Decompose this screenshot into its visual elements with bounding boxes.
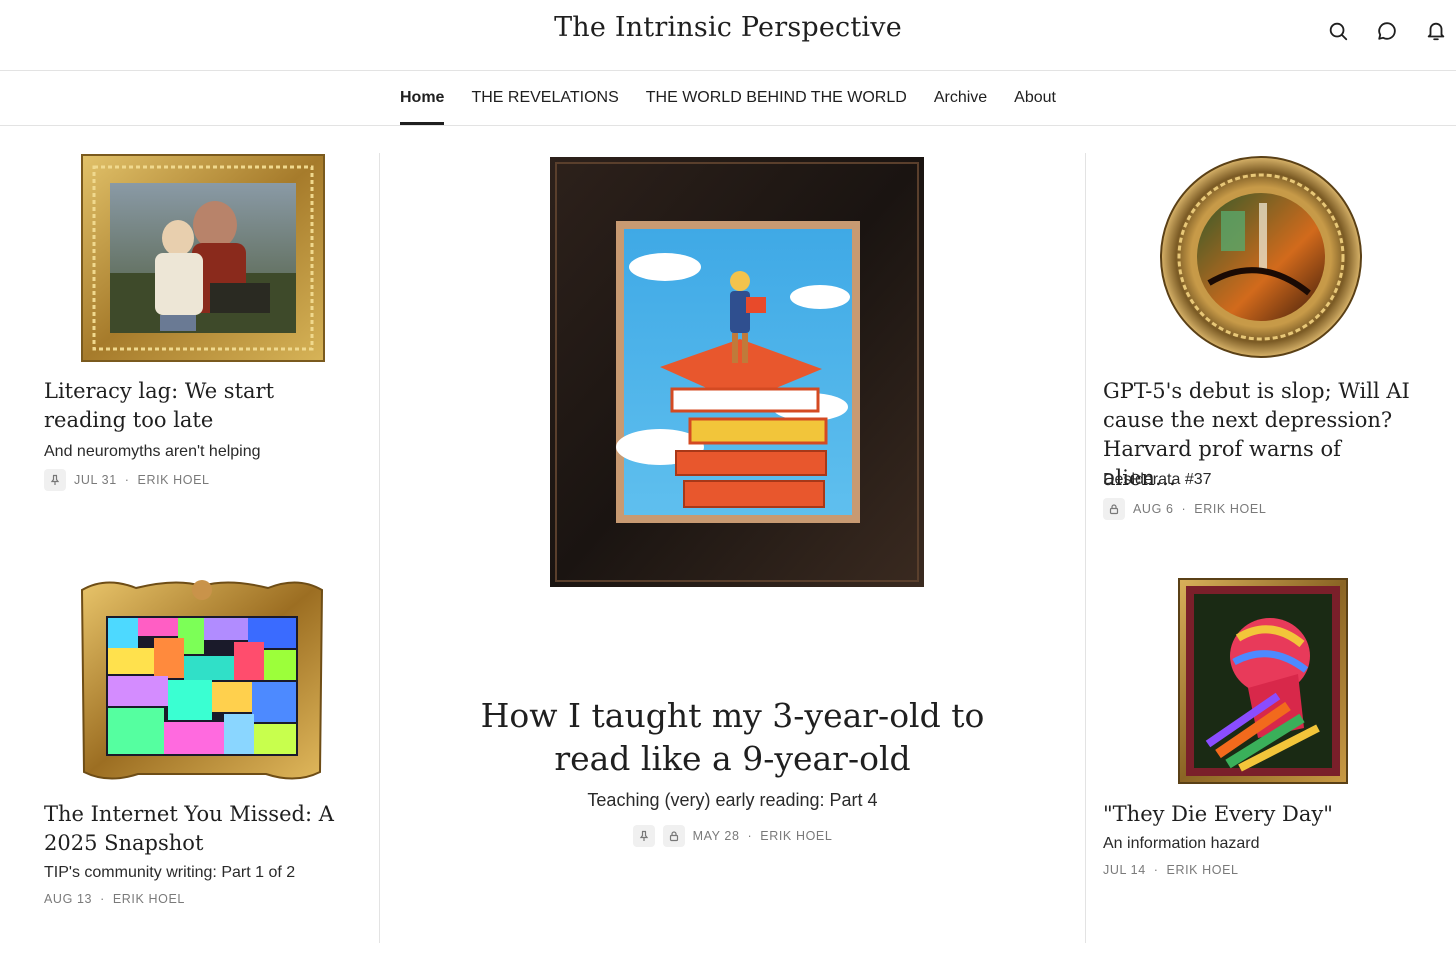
post-thumbnail[interactable] <box>550 157 926 589</box>
post-subtitle: TIP's community writing: Part 1 of 2 <box>44 864 296 881</box>
post-author[interactable]: ERIK HOEL <box>1167 863 1239 877</box>
nav-about[interactable]: About <box>1001 71 1070 125</box>
search-icon[interactable] <box>1323 16 1353 46</box>
post-card-they-die-every-day[interactable]: "They Die Every Day" An information haza… <box>1103 576 1413 886</box>
post-card-internet-you-missed[interactable]: The Internet You Missed: A 2025 Snapshot… <box>44 576 354 916</box>
nav-home[interactable]: Home <box>387 71 458 125</box>
post-thumbnail[interactable] <box>1178 578 1348 784</box>
pin-icon <box>632 825 655 847</box>
post-meta: JUL 14 · ERIK HOEL <box>1103 863 1239 877</box>
column-divider <box>1085 153 1086 943</box>
top-bar: The Intrinsic Perspective <box>0 0 1456 71</box>
post-date: AUG 13 <box>44 892 93 906</box>
nav-list: Home THE REVELATIONS THE WORLD BEHIND TH… <box>0 71 1456 125</box>
column-divider <box>379 153 380 943</box>
post-meta: AUG 13 · ERIK HOEL <box>44 892 185 906</box>
section-nav: Home THE REVELATIONS THE WORLD BEHIND TH… <box>0 71 1456 126</box>
nav-the-world-behind-the-world[interactable]: THE WORLD BEHIND THE WORLD <box>632 71 920 125</box>
post-thumbnail[interactable] <box>80 153 326 363</box>
post-thumbnail[interactable] <box>76 576 328 784</box>
bell-icon[interactable] <box>1421 16 1451 46</box>
post-thumbnail[interactable] <box>1159 153 1363 361</box>
post-author[interactable]: ERIK HOEL <box>138 473 210 487</box>
post-meta: AUG 6 · ERIK HOEL <box>1103 498 1266 520</box>
meta-separator: · <box>100 892 105 906</box>
nav-archive[interactable]: Archive <box>920 71 1000 125</box>
pin-icon <box>44 469 66 491</box>
chat-icon[interactable] <box>1372 16 1402 46</box>
site-title[interactable]: The Intrinsic Perspective <box>0 12 1456 43</box>
lock-icon <box>1103 498 1125 520</box>
meta-separator: · <box>1153 863 1159 877</box>
post-subtitle: Desiderata #37 <box>1103 471 1212 488</box>
meta-separator: · <box>124 473 130 487</box>
post-meta: JUL 31 · ERIK HOEL <box>44 469 210 491</box>
post-card-literacy-lag[interactable]: Literacy lag: We start reading too late … <box>44 153 354 503</box>
featured-post-card[interactable]: How I taught my 3-year-old to read like … <box>400 153 1065 853</box>
post-author[interactable]: ERIK HOEL <box>113 892 185 906</box>
post-date: JUL 14 <box>1103 863 1146 877</box>
featured-post-title[interactable]: How I taught my 3-year-old to read like … <box>480 694 985 780</box>
post-subtitle: An information hazard <box>1103 835 1260 852</box>
post-title[interactable]: Literacy lag: We start reading too late <box>44 377 354 435</box>
post-author[interactable]: ERIK HOEL <box>1194 502 1266 516</box>
post-meta: MAY 28 · ERIK HOEL <box>480 825 985 847</box>
post-date: AUG 6 <box>1133 502 1174 516</box>
featured-post-subtitle: Teaching (very) early reading: Part 4 <box>587 790 878 810</box>
post-title[interactable]: The Internet You Missed: A 2025 Snapshot <box>44 800 354 858</box>
post-date: JUL 31 <box>74 473 117 487</box>
meta-separator: · <box>747 829 753 843</box>
post-card-gpt5-debut[interactable]: GPT-5's debut is slop; Will AI cause the… <box>1103 153 1413 528</box>
nav-the-revelations[interactable]: THE REVELATIONS <box>458 71 632 125</box>
meta-separator: · <box>1181 502 1187 516</box>
post-author[interactable]: ERIK HOEL <box>760 829 832 843</box>
post-title[interactable]: "They Die Every Day" <box>1103 800 1413 829</box>
post-subtitle: And neuromyths aren't helping <box>44 443 261 460</box>
lock-icon <box>662 825 685 847</box>
post-date: MAY 28 <box>692 829 740 843</box>
